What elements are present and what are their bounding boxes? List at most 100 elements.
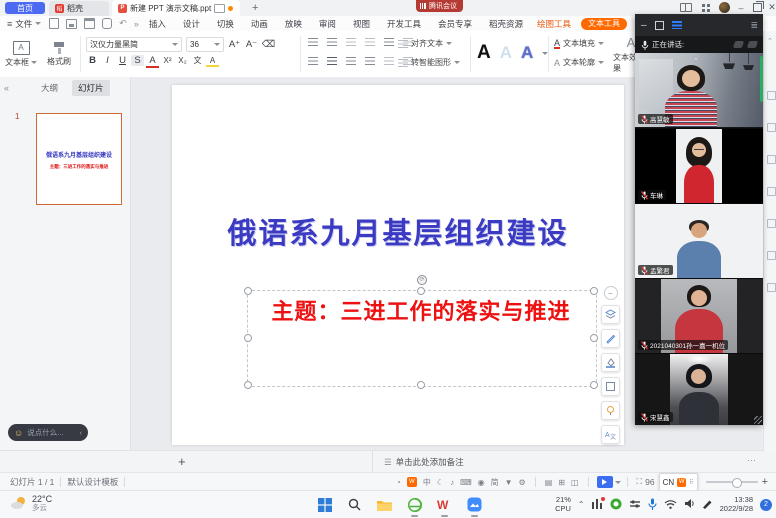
align-text-button[interactable]: 对齐文本 — [398, 38, 452, 49]
text-direction-icon[interactable] — [384, 38, 394, 46]
resize-handle-sw[interactable] — [244, 381, 252, 389]
rotate-handle[interactable]: ⟳ — [417, 275, 427, 285]
tab-outline[interactable]: 大纲 — [35, 80, 64, 96]
distribute-icon[interactable] — [384, 57, 394, 65]
undo-icon[interactable]: ↶ — [119, 18, 127, 29]
wordart-style-3[interactable]: A — [521, 43, 533, 63]
slide-sorter-icon[interactable]: ⊞ — [558, 478, 565, 487]
tab-animation[interactable]: 动画 — [251, 18, 268, 30]
timer-icon[interactable]: ◔ — [396, 478, 401, 487]
resize-handle-w[interactable] — [244, 334, 252, 342]
tab-docer-res[interactable]: 稻壳资源 — [489, 18, 523, 30]
sidebar-tool-icon[interactable] — [767, 123, 776, 132]
video-tile[interactable]: 孟繁君 — [635, 203, 763, 278]
skin-icon[interactable]: ▼ — [505, 478, 513, 487]
video-tile[interactable]: 2021040301孙一嘉一机位 — [635, 278, 763, 353]
new-file-icon[interactable] — [49, 18, 59, 29]
format-painter-button[interactable]: 格式刷 — [42, 36, 76, 72]
tab-transition[interactable]: 切换 — [217, 18, 234, 30]
video-tile[interactable]: ⌄ 宋慧鑫 — [635, 353, 763, 425]
volume-mixer-tray-icon[interactable] — [629, 499, 641, 511]
slide-thumbnail[interactable]: 俄语系九月基层组织建设 主题：三进工作的落实与推进 — [36, 113, 122, 205]
panel-switch-icon[interactable]: ≣ — [750, 20, 758, 31]
text-fill-button[interactable]: A 文本填充 — [554, 38, 604, 49]
fill-color-button[interactable] — [601, 353, 620, 372]
pen-tray-icon[interactable] — [702, 499, 713, 511]
underline-button[interactable]: U — [116, 55, 129, 66]
wordart-style-1[interactable]: A — [477, 42, 491, 64]
normal-view-icon[interactable]: ▤ — [545, 478, 553, 487]
sidebar-tool-icon[interactable] — [767, 91, 776, 100]
layout-switch-button[interactable] — [678, 2, 694, 13]
tab-design[interactable]: 设计 — [183, 18, 200, 30]
decrease-indent-icon[interactable] — [346, 38, 356, 46]
preview-icon[interactable] — [102, 18, 112, 29]
increase-font-button[interactable]: A⁺ — [228, 39, 241, 50]
tab-document[interactable]: P 新建 PPT 演示文稿.ppt — [112, 0, 240, 16]
save-icon[interactable] — [66, 19, 77, 29]
print-icon[interactable] — [84, 18, 95, 29]
resize-handle-e[interactable] — [590, 334, 598, 342]
bold-button[interactable]: B — [86, 55, 99, 66]
chat-placeholder[interactable]: 说点什么... — [27, 427, 63, 438]
resize-handle-ne[interactable] — [590, 287, 598, 295]
ie-browser-button[interactable] — [406, 496, 423, 513]
idea-bulb-button[interactable] — [601, 401, 620, 420]
close-button[interactable]: ✕ — [764, 2, 776, 13]
account-avatar[interactable] — [716, 2, 732, 13]
smart-graphic-button[interactable]: 转智能图形 — [398, 57, 460, 68]
tab-docer[interactable]: 稻 稻壳 — [49, 1, 109, 16]
clock-widget[interactable]: 13:38 2022/9/28 — [720, 496, 753, 513]
ime-indicator[interactable]: CN W ⠿ — [659, 473, 698, 491]
sidebar-tool-icon[interactable] — [767, 187, 776, 196]
meeting-menu-icon[interactable] — [672, 21, 682, 29]
template-name[interactable]: 默认设计模板 — [67, 476, 118, 488]
reading-view-icon[interactable]: ◫ — [571, 478, 579, 487]
shadow-button[interactable]: S — [131, 55, 144, 66]
tab-developer[interactable]: 开发工具 — [387, 18, 421, 30]
notification-badge[interactable]: 2 — [760, 499, 772, 511]
resize-handle-s[interactable] — [417, 381, 425, 389]
tab-insert[interactable]: 插入 — [149, 18, 166, 30]
resize-handle-nw[interactable] — [244, 287, 252, 295]
meeting-minimize-button[interactable]: – — [641, 20, 647, 31]
chinese-lang-icon[interactable]: 中 — [423, 477, 431, 488]
edit-pen-button[interactable] — [601, 329, 620, 348]
zoom-slider-knob[interactable] — [732, 478, 742, 488]
sidebar-tool-icon[interactable] — [767, 251, 776, 260]
decrease-font-button[interactable]: A⁻ — [245, 39, 258, 50]
textbox-button[interactable]: A 文本框 — [4, 36, 38, 72]
align-right-icon[interactable] — [346, 57, 356, 65]
voice-read-icon[interactable]: ♪ — [450, 478, 454, 487]
workspace-grid-button[interactable] — [698, 2, 714, 13]
wps-office-button[interactable]: W — [436, 496, 453, 513]
sidebar-tool-icon[interactable] — [767, 155, 776, 164]
weather-widget[interactable]: 22°C 多云 — [10, 494, 52, 513]
slideshow-options-caret[interactable] — [615, 481, 621, 484]
taskbar-search-button[interactable] — [346, 496, 363, 513]
clear-format-button[interactable]: ⌫ — [262, 39, 275, 50]
account-icon[interactable]: ◉ — [478, 478, 485, 487]
settings-gear-icon[interactable]: ⚙ — [519, 478, 526, 487]
cpu-monitor[interactable]: 21% CPU — [555, 496, 571, 513]
tencent-meeting-badge[interactable]: 腾讯会议 — [416, 0, 463, 12]
collapse-strip-icon[interactable]: ⌃ — [767, 37, 773, 45]
tencent-meeting-button[interactable] — [466, 496, 483, 513]
zoom-slider[interactable] — [706, 481, 758, 483]
phonetic-guide-button[interactable]: 文 — [191, 55, 204, 66]
video-tile[interactable]: ⌃ 高慧敏 — [635, 53, 763, 127]
bullet-list-icon[interactable] — [308, 38, 318, 46]
windows-start-button[interactable] — [316, 496, 333, 513]
tab-review[interactable]: 审阅 — [319, 18, 336, 30]
slide-title-text[interactable]: 俄语系九月基层组织建设 — [172, 210, 624, 252]
slide-subtitle-text[interactable]: 主题：三进工作的落实与推进 — [247, 294, 595, 326]
increase-indent-icon[interactable] — [365, 38, 375, 46]
translate-text-button[interactable]: A文 — [601, 425, 620, 444]
wordart-style-2[interactable]: A — [500, 43, 512, 63]
font-color-button[interactable]: A — [146, 55, 159, 66]
night-mode-icon[interactable]: ☾ — [437, 478, 444, 487]
expand-chevron-icon[interactable]: ⌃ — [693, 57, 699, 65]
stock-app-tray-icon[interactable] — [592, 499, 603, 511]
file-menu[interactable]: ≡ 文件 — [7, 16, 41, 31]
collapse-panel-button[interactable]: « — [4, 83, 9, 93]
